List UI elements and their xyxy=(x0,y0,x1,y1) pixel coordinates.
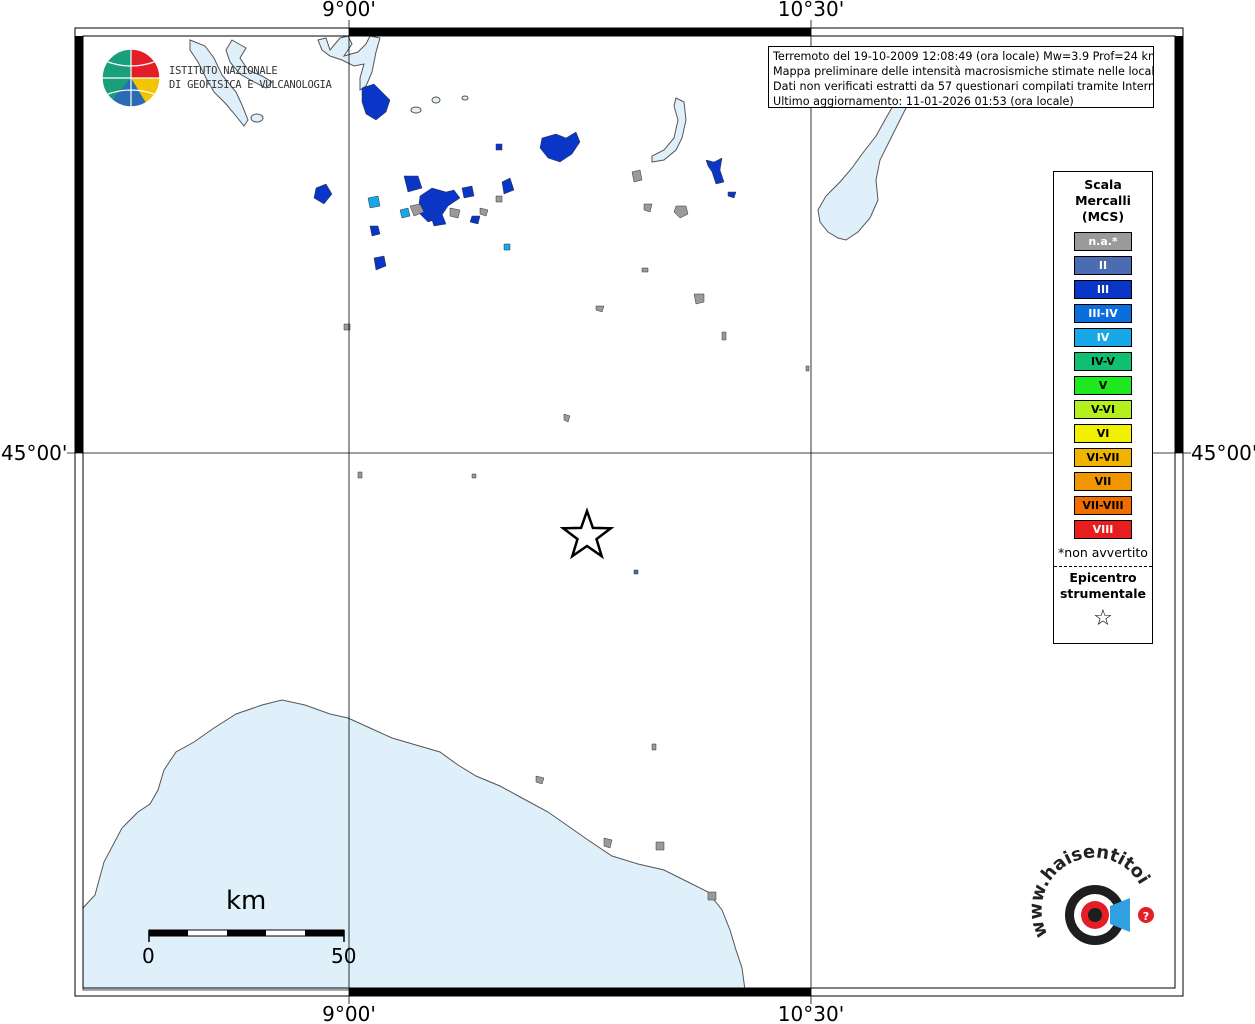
legend-swatch: V xyxy=(1074,376,1132,395)
lat-label-left: 45°00' xyxy=(1,441,67,465)
municipality-na xyxy=(471,473,477,479)
small-lake xyxy=(410,106,422,114)
mcs-legend: Scala Mercalli (MCS) n.a.* II III III-IV IV I… xyxy=(1053,171,1153,644)
municipality-na xyxy=(707,891,717,901)
frame-bar xyxy=(349,988,811,996)
legend-swatch: n.a.* xyxy=(1074,232,1132,251)
municipality-III xyxy=(361,83,391,121)
municipality-na xyxy=(479,207,489,217)
municipality-na xyxy=(721,331,727,341)
frame-bar xyxy=(349,28,811,36)
municipality-III xyxy=(313,183,333,205)
legend-swatch: IV-V xyxy=(1074,352,1132,371)
municipality-na xyxy=(643,203,653,213)
lat-label-right: 45°00' xyxy=(1191,441,1255,465)
legend-swatch: VI xyxy=(1074,424,1132,443)
municipality-na xyxy=(651,743,657,751)
municipality-III xyxy=(539,131,581,163)
legend-swatches: n.a.* II III III-IV IV IV-V V V-VI VI VI-VII VII VI… xyxy=(1054,232,1152,539)
legend-epicenter-line: strumentale xyxy=(1059,586,1147,601)
municipality-na xyxy=(563,413,571,423)
frame-bar xyxy=(75,36,83,453)
info-line: Terremoto del 19-10-2009 12:08:49 (ora l… xyxy=(773,50,1154,63)
info-line: Ultimo aggiornamento: 11-01-2026 01:53 (… xyxy=(773,95,1074,108)
legend-epicenter-label: Epicentro strumentale xyxy=(1054,570,1152,602)
municipality-III xyxy=(495,143,503,151)
frame-bar xyxy=(1175,36,1183,453)
legend-star-icon: ☆ xyxy=(1093,606,1113,631)
municipality-IV xyxy=(503,243,511,251)
lake-iseo xyxy=(651,97,687,163)
logo-line: ISTITUTO NAZIONALE xyxy=(169,65,278,77)
lon-label-top: 10°30' xyxy=(778,0,844,21)
legend-swatch: VIII xyxy=(1074,520,1132,539)
legend-title: Scala Mercalli (MCS) xyxy=(1054,177,1152,225)
legend-swatch: VII xyxy=(1074,472,1132,491)
lon-label-top: 9°00' xyxy=(322,0,376,21)
municipality-na xyxy=(631,169,643,183)
municipality-na xyxy=(805,365,810,372)
scale-min-label: 0 xyxy=(142,944,155,968)
legend-swatch: IV xyxy=(1074,328,1132,347)
municipality-III xyxy=(727,191,737,199)
municipality-III-IV xyxy=(399,207,411,219)
municipality-III xyxy=(705,157,725,185)
legend-title-line: Scala xyxy=(1084,177,1122,192)
small-lake xyxy=(461,95,469,101)
legend-swatch: III-IV xyxy=(1074,304,1132,323)
municipality-III xyxy=(373,255,387,271)
logo-line: DI GEOFISICA E VULCANOLOGIA xyxy=(169,79,332,91)
municipality-na xyxy=(693,293,705,305)
municipality-III xyxy=(469,215,481,225)
legend-swatch: II xyxy=(1074,256,1132,275)
scale-max-label: 50 xyxy=(331,944,357,968)
sea-area xyxy=(82,699,746,991)
municipality-na xyxy=(673,205,689,219)
municipality-na xyxy=(357,471,363,479)
epicenter-star-icon xyxy=(559,507,615,560)
municipality-na xyxy=(641,267,649,273)
municipality-III xyxy=(369,225,381,237)
legend-note: *non avvertito xyxy=(1058,545,1148,560)
municipality-III xyxy=(429,213,447,227)
municipality-II xyxy=(633,569,639,575)
municipality-na xyxy=(655,841,665,851)
info-line: Mappa preliminare delle intensità macros… xyxy=(773,65,1154,78)
municipality-III xyxy=(501,177,515,195)
ingv-logo-icon xyxy=(101,48,161,108)
info-line: Dati non verificati estratti da 57 quest… xyxy=(773,80,1154,93)
municipality-na xyxy=(535,775,545,785)
scale-unit: km xyxy=(226,886,267,916)
small-lake xyxy=(431,96,441,104)
lon-label-bottom: 10°30' xyxy=(778,1002,844,1024)
lon-label-bottom: 9°00' xyxy=(322,1002,376,1024)
municipality-na xyxy=(603,837,613,849)
legend-divider xyxy=(1054,566,1152,567)
small-lake xyxy=(250,113,264,123)
legend-swatch: III xyxy=(1074,280,1132,299)
legend-title-line: (MCS) xyxy=(1081,209,1125,224)
legend-swatch: VII-VIII xyxy=(1074,496,1132,515)
lake-garda xyxy=(817,99,907,241)
municipality-III xyxy=(403,175,423,193)
legend-swatch: V-VI xyxy=(1074,400,1132,419)
ingv-logo-text: ISTITUTO NAZIONALE DI GEOFISICA E VULCAN… xyxy=(169,64,332,92)
svg-text:?: ? xyxy=(1143,910,1149,923)
municipality-na xyxy=(495,195,503,203)
legend-swatch: VI-VII xyxy=(1074,448,1132,467)
legend-epicenter-line: Epicentro xyxy=(1069,570,1137,585)
municipality-na xyxy=(449,207,461,219)
municipality-na xyxy=(595,305,605,313)
legend-title-line: Mercalli xyxy=(1075,193,1131,208)
municipality-III xyxy=(461,185,475,199)
municipality-III-IV xyxy=(367,195,381,209)
earthquake-info-box: Terremoto del 19-10-2009 12:08:49 (ora l… xyxy=(768,46,1154,108)
